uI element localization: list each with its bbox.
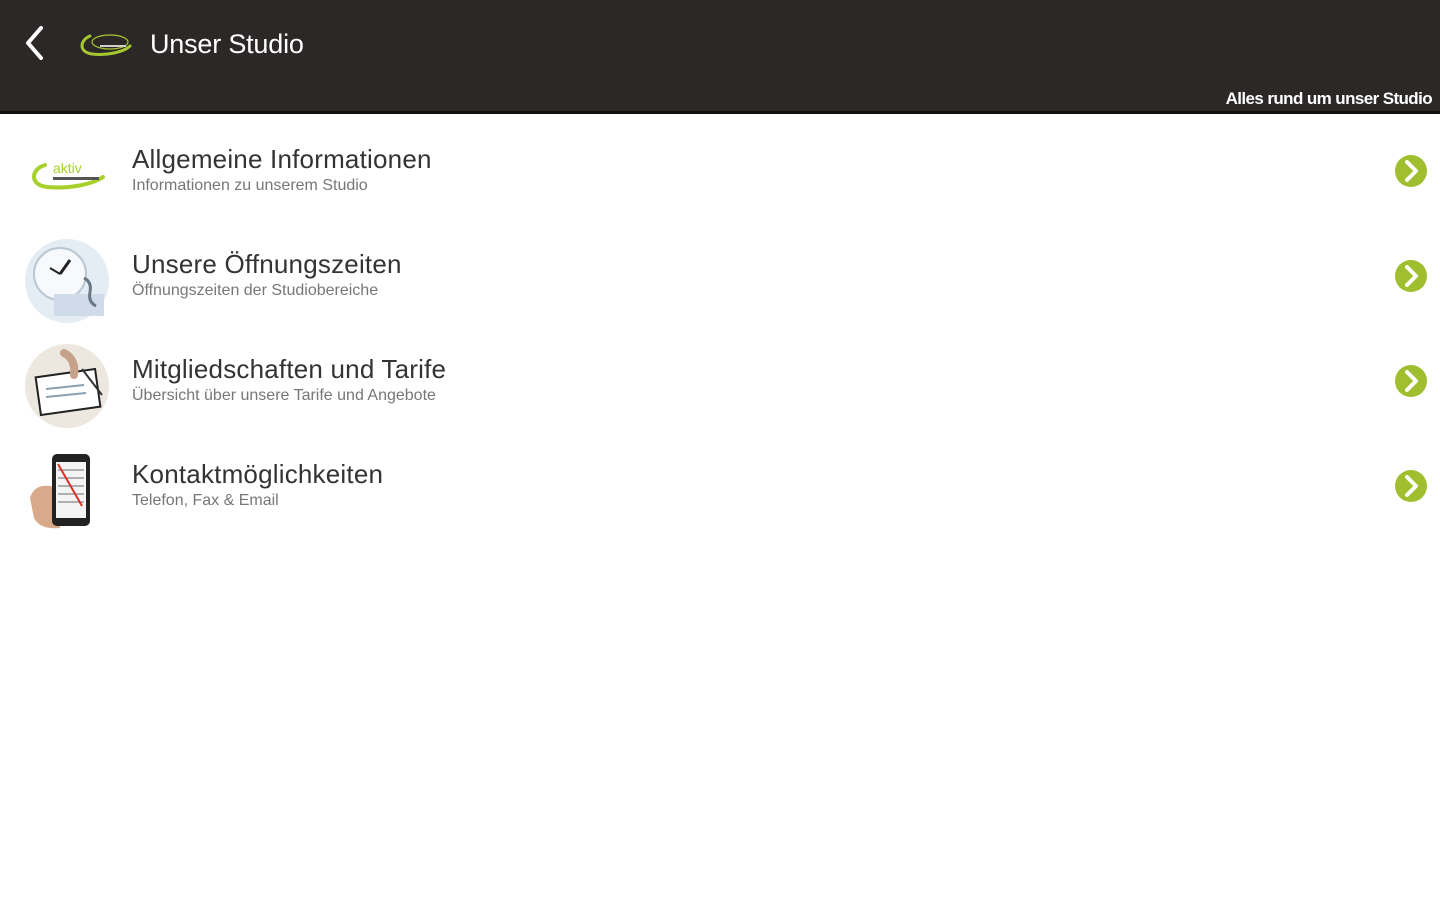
menu-list: aktiv Allgemeine Informationen Informati… [0,117,1440,537]
list-item-mitgliedschaften[interactable]: Mitgliedschaften und Tarife Übersicht üb… [0,327,1440,432]
chevron-right-icon[interactable] [1394,154,1428,188]
list-item-text: Mitgliedschaften und Tarife Übersicht üb… [132,353,446,407]
contract-icon [24,343,110,429]
list-item-title: Kontaktmöglichkeiten [132,459,384,489]
chevron-left-icon [26,26,43,60]
list-item-kontaktmoeglichkeiten[interactable]: Kontaktmöglichkeiten Telefon, Fax & Emai… [0,432,1440,537]
page-subtitle: Alles rund um unser Studio [1225,89,1433,108]
list-item-text: Unsere Öffnungszeiten Öffnungszeiten der… [132,248,402,302]
list-item-title: Allgemeine Informationen [132,144,432,174]
aktiv-logo [80,34,132,56]
list-item-text: Kontaktmöglichkeiten Telefon, Fax & Emai… [132,458,383,512]
list-item-allgemeine-informationen[interactable]: aktiv Allgemeine Informationen Informati… [0,117,1440,222]
list-item-subtitle: Telefon, Fax & Email [132,492,279,509]
app-header: Unser Studio Alles rund um unser Studio [0,0,1440,114]
chevron-right-icon[interactable] [1394,259,1428,293]
list-item-subtitle: Informationen zu unserem Studio [132,177,368,194]
page-title: Unser Studio [150,29,304,59]
chevron-right-icon[interactable] [1394,364,1428,398]
phone-icon [24,448,110,534]
list-item-subtitle: Öffnungszeiten der Studiobereiche [132,282,379,299]
list-item-subtitle: Übersicht über unsere Tarife und Angebot… [132,387,436,404]
chevron-right-icon[interactable] [1394,469,1428,503]
clock-icon [24,238,110,324]
svg-text:aktiv: aktiv [53,160,82,176]
list-item-text: Allgemeine Informationen Informationen z… [132,143,432,197]
list-item-title: Unsere Öffnungszeiten [132,249,402,279]
back-button[interactable] [14,20,54,66]
list-item-title: Mitgliedschaften und Tarife [132,354,447,384]
aktiv-logo-icon: aktiv [24,133,110,219]
list-item-oeffnungszeiten[interactable]: Unsere Öffnungszeiten Öffnungszeiten der… [0,222,1440,327]
